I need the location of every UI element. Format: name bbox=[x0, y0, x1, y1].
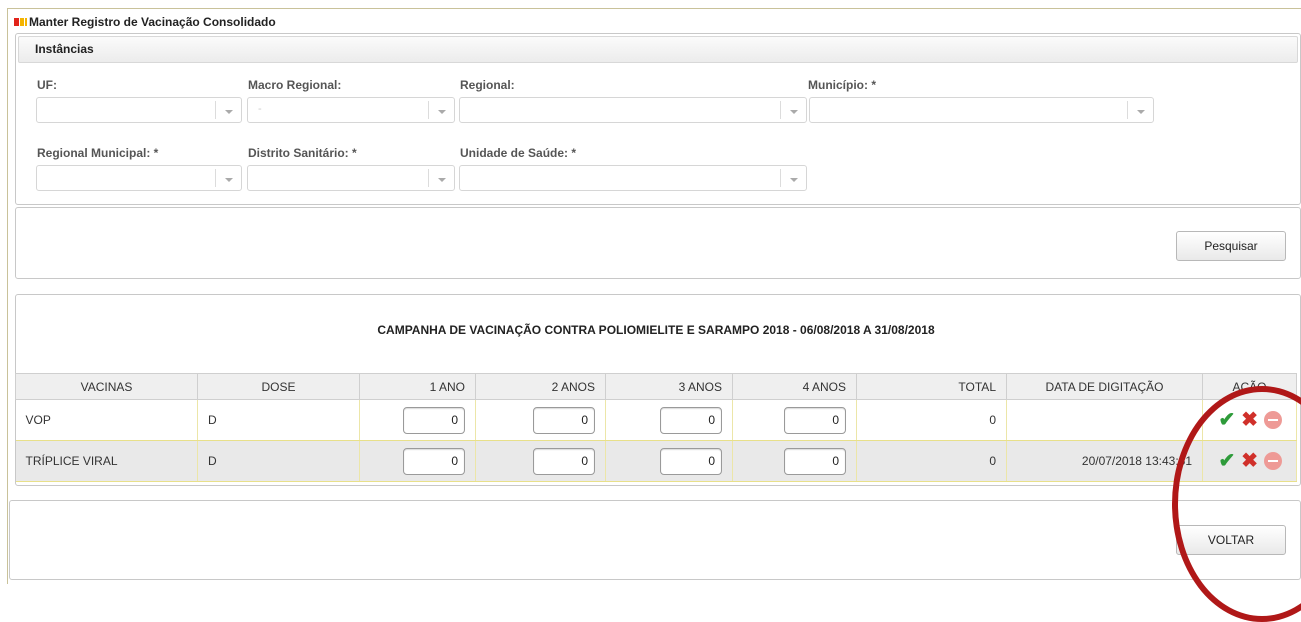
chevron-down-icon bbox=[428, 169, 454, 187]
col-total: TOTAL bbox=[856, 373, 1007, 400]
uf-label: UF: bbox=[37, 78, 57, 92]
close-icon[interactable]: ✖ bbox=[1241, 451, 1258, 471]
distrito-sanitario-label: Distrito Sanitário: * bbox=[248, 146, 357, 160]
table-row: TRÍPLICE VIRAL D 0 20/07/2018 13:43:51 ✔… bbox=[15, 440, 1297, 482]
chevron-down-icon bbox=[780, 169, 806, 187]
macro-regional-label: Macro Regional: bbox=[248, 78, 342, 92]
col-1-ano: 1 ANO bbox=[359, 373, 476, 400]
close-icon[interactable]: ✖ bbox=[1241, 410, 1258, 430]
ano2-input[interactable] bbox=[533, 447, 595, 475]
regional-select[interactable] bbox=[459, 97, 807, 123]
ano1-input[interactable] bbox=[403, 447, 465, 475]
unidade-saude-select[interactable] bbox=[459, 165, 807, 191]
search-panel: Pesquisar bbox=[15, 207, 1301, 279]
page-title: Manter Registro de Vacinação Consolidado bbox=[14, 13, 276, 31]
regional-municipal-select[interactable] bbox=[36, 165, 242, 191]
ano3-input[interactable] bbox=[660, 447, 722, 475]
chevron-down-icon bbox=[215, 101, 241, 119]
remove-circle-icon[interactable] bbox=[1264, 411, 1282, 429]
ano4-input[interactable] bbox=[784, 406, 846, 434]
pesquisar-button[interactable]: Pesquisar bbox=[1176, 231, 1286, 261]
campaign-title: CAMPANHA DE VACINAÇÃO CONTRA POLIOMIELIT… bbox=[377, 323, 935, 337]
regional-label: Regional: bbox=[460, 78, 515, 92]
total-cell: 0 bbox=[856, 440, 1007, 482]
acao-cell: ✔ ✖ bbox=[1202, 399, 1297, 441]
vaccination-table: VACINAS DOSE 1 ANO 2 ANOS 3 ANOS 4 ANOS … bbox=[15, 373, 1297, 482]
page-title-text: Manter Registro de Vacinação Consolidado bbox=[29, 15, 276, 29]
regional-municipal-label: Regional Municipal: * bbox=[37, 146, 159, 160]
col-acao: AÇÃO bbox=[1202, 373, 1297, 400]
ano2-input[interactable] bbox=[533, 406, 595, 434]
title-marker-icon bbox=[14, 18, 28, 26]
vacina-cell: VOP bbox=[15, 399, 198, 441]
chevron-down-icon bbox=[780, 101, 806, 119]
ano3-input[interactable] bbox=[660, 406, 722, 434]
ano1-input[interactable] bbox=[403, 406, 465, 434]
data-digitacao-cell: 20/07/2018 13:43:51 bbox=[1006, 440, 1203, 482]
col-data-digitacao: DATA DE DIGITAÇÃO bbox=[1006, 373, 1203, 400]
table-header-row: VACINAS DOSE 1 ANO 2 ANOS 3 ANOS 4 ANOS … bbox=[15, 373, 1297, 400]
col-dose: DOSE bbox=[197, 373, 360, 400]
vacina-cell: TRÍPLICE VIRAL bbox=[15, 440, 198, 482]
col-4-anos: 4 ANOS bbox=[732, 373, 857, 400]
dose-cell: D bbox=[197, 399, 360, 441]
col-vacinas: VACINAS bbox=[15, 373, 198, 400]
municipio-label: Município: * bbox=[808, 78, 876, 92]
total-cell: 0 bbox=[856, 399, 1007, 441]
acao-cell: ✔ ✖ bbox=[1202, 440, 1297, 482]
data-digitacao-cell bbox=[1006, 399, 1203, 441]
distrito-sanitario-select[interactable] bbox=[247, 165, 455, 191]
instancias-header: Instâncias bbox=[18, 36, 1298, 63]
macro-regional-value: - bbox=[258, 103, 262, 115]
footer-panel: VOLTAR bbox=[9, 500, 1301, 580]
municipio-select[interactable] bbox=[809, 97, 1154, 123]
check-icon[interactable]: ✔ bbox=[1218, 451, 1235, 471]
chevron-down-icon bbox=[428, 101, 454, 119]
instancias-panel: Instâncias UF: Macro Regional: - Regiona… bbox=[15, 33, 1301, 205]
check-icon[interactable]: ✔ bbox=[1218, 410, 1235, 430]
col-3-anos: 3 ANOS bbox=[605, 373, 733, 400]
remove-circle-icon[interactable] bbox=[1264, 452, 1282, 470]
chevron-down-icon bbox=[1127, 101, 1153, 119]
unidade-saude-label: Unidade de Saúde: * bbox=[460, 146, 577, 160]
chevron-down-icon bbox=[215, 169, 241, 187]
ano4-input[interactable] bbox=[784, 447, 846, 475]
macro-regional-select[interactable]: - bbox=[247, 97, 455, 123]
table-row: VOP D 0 ✔ ✖ bbox=[15, 399, 1297, 441]
voltar-button[interactable]: VOLTAR bbox=[1176, 525, 1286, 555]
uf-select[interactable] bbox=[36, 97, 242, 123]
dose-cell: D bbox=[197, 440, 360, 482]
col-2-anos: 2 ANOS bbox=[475, 373, 606, 400]
